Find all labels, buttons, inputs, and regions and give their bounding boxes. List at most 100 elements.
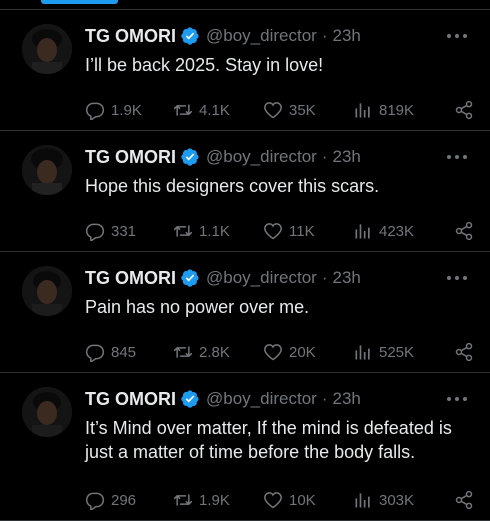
tweet-text: Hope this designers cover this scars. <box>85 176 380 196</box>
reply-count: 296 <box>111 491 137 509</box>
handle[interactable]: @boy_director <box>206 26 317 46</box>
retweet-count: 2.8K <box>199 343 230 361</box>
like-icon <box>264 344 282 361</box>
reply-button[interactable]: 845 <box>85 342 173 362</box>
reply-button[interactable]: 1.9K <box>85 100 173 120</box>
timestamp[interactable]: 23h <box>332 268 360 288</box>
more-icon[interactable] <box>446 153 468 161</box>
tweet-text: Pain has no power over me. <box>85 297 310 317</box>
tweet-actions: 1.9K 4.1K 35K 819K <box>85 98 474 122</box>
retweet-button[interactable]: 1.1K <box>173 221 263 241</box>
share-button[interactable] <box>454 100 474 120</box>
views-button[interactable]: 423K <box>353 221 453 241</box>
timestamp[interactable]: 23h <box>332 26 360 46</box>
tweet-actions: 296 1.9K 10K 303K <box>85 488 474 512</box>
like-count: 35K <box>289 101 316 119</box>
share-icon <box>455 342 473 362</box>
retweet-button[interactable]: 4.1K <box>173 100 263 120</box>
share-button[interactable] <box>454 490 474 510</box>
views-icon <box>355 345 370 360</box>
reply-count: 845 <box>111 343 137 361</box>
reply-icon <box>85 344 105 362</box>
avatar[interactable] <box>22 387 72 437</box>
active-tab-indicator <box>41 0 118 4</box>
like-count: 11K <box>289 222 315 240</box>
tweet[interactable]: TG OMORI @boy_director · 23h Pain has no… <box>0 252 490 373</box>
views-icon <box>355 224 370 239</box>
timestamp[interactable]: 23h <box>332 389 360 409</box>
tweet-header: TG OMORI @boy_director · 23h <box>85 24 474 48</box>
avatar[interactable] <box>22 266 72 316</box>
like-button[interactable]: 20K <box>263 342 353 362</box>
verified-badge-icon <box>181 269 199 287</box>
tweet-text: It’s Mind over matter, If the mind is de… <box>85 418 452 462</box>
views-button[interactable]: 819K <box>353 100 453 120</box>
more-icon[interactable] <box>446 274 468 282</box>
tweet-text: I’ll be back 2025. Stay in love! <box>85 55 324 75</box>
separator-dot: · <box>321 389 328 408</box>
tweet[interactable]: TG OMORI @boy_director · 23h I’ll be bac… <box>0 10 490 131</box>
tweet-actions: 331 1.1K 11K 423K <box>85 219 474 243</box>
retweet-icon <box>173 346 193 358</box>
view-count: 525K <box>379 343 415 361</box>
like-button[interactable]: 11K <box>263 221 353 241</box>
like-icon <box>264 102 282 119</box>
display-name[interactable]: TG OMORI <box>85 268 176 289</box>
tweet-header: TG OMORI @boy_director · 23h <box>85 145 474 169</box>
display-name[interactable]: TG OMORI <box>85 26 176 47</box>
like-icon <box>264 492 282 509</box>
handle[interactable]: @boy_director <box>206 147 317 167</box>
tweet-header: TG OMORI @boy_director · 23h <box>85 266 474 290</box>
like-button[interactable]: 35K <box>263 100 353 120</box>
retweet-button[interactable]: 2.8K <box>173 342 263 362</box>
like-count: 20K <box>289 343 316 361</box>
views-button[interactable]: 525K <box>353 342 453 362</box>
share-icon <box>455 221 473 241</box>
display-name[interactable]: TG OMORI <box>85 147 176 168</box>
reply-icon <box>85 492 105 510</box>
retweet-icon <box>173 104 193 116</box>
share-button[interactable] <box>454 221 474 241</box>
view-count: 303K <box>379 491 415 509</box>
reply-button[interactable]: 331 <box>85 221 173 241</box>
reply-icon <box>85 102 105 120</box>
share-button[interactable] <box>454 342 474 362</box>
avatar[interactable] <box>22 24 72 74</box>
views-button[interactable]: 303K <box>353 490 453 510</box>
tweet-content: TG OMORI @boy_director · 23h Pain has no… <box>85 266 474 362</box>
view-count: 819K <box>379 101 415 119</box>
timestamp[interactable]: 23h <box>332 147 360 167</box>
more-icon[interactable] <box>446 32 468 40</box>
retweet-button[interactable]: 1.9K <box>173 490 263 510</box>
reply-button[interactable]: 296 <box>85 490 173 510</box>
like-count: 10K <box>289 491 316 509</box>
view-count: 423K <box>379 222 415 240</box>
reply-count: 331 <box>111 222 137 240</box>
separator-dot: · <box>321 147 328 166</box>
retweet-icon <box>173 225 193 237</box>
handle[interactable]: @boy_director <box>206 268 317 288</box>
separator-dot: · <box>321 268 328 287</box>
views-icon <box>355 493 370 508</box>
tweet[interactable]: TG OMORI @boy_director · 23h It’s Mind o… <box>0 373 490 521</box>
tweet-content: TG OMORI @boy_director · 23h Hope this d… <box>85 145 474 241</box>
verified-badge-icon <box>181 148 199 166</box>
tweet-feed: TG OMORI @boy_director · 23h I’ll be bac… <box>0 10 490 521</box>
tweet-content: TG OMORI @boy_director · 23h It’s Mind o… <box>85 387 474 510</box>
views-icon <box>355 103 370 118</box>
tweet[interactable]: TG OMORI @boy_director · 23h Hope this d… <box>0 131 490 252</box>
handle[interactable]: @boy_director <box>206 389 317 409</box>
display-name[interactable]: TG OMORI <box>85 389 176 410</box>
verified-badge-icon <box>181 27 199 45</box>
like-icon <box>264 223 282 240</box>
avatar[interactable] <box>22 145 72 195</box>
retweet-count: 1.1K <box>199 222 230 240</box>
reply-icon <box>85 223 105 241</box>
more-icon[interactable] <box>446 395 468 403</box>
separator-dot: · <box>321 26 328 45</box>
retweet-count: 4.1K <box>199 101 230 119</box>
tweet-header: TG OMORI @boy_director · 23h <box>85 387 474 411</box>
retweet-count: 1.9K <box>199 491 230 509</box>
verified-badge-icon <box>181 390 199 408</box>
like-button[interactable]: 10K <box>263 490 353 510</box>
